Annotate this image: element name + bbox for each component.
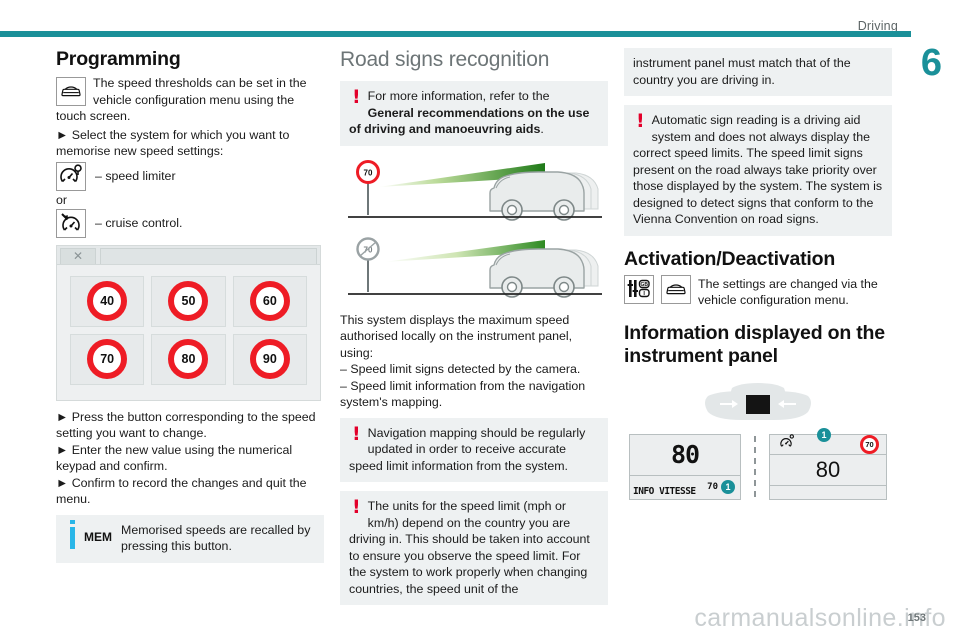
segment-main-speed: 80 <box>670 440 700 469</box>
step-enter-value: ► Enter the new value using the numerica… <box>56 442 293 474</box>
speed-sign-40: 40 <box>87 281 128 321</box>
warning-box-automatic-sign-reading: ! Automatic sign reading is a driving ai… <box>624 105 892 236</box>
activation-description-text: The settings are changed via the vehicle… <box>698 276 878 308</box>
warning-box-automatic-sign-reading-text: Automatic sign reading is a driving aid … <box>633 113 883 226</box>
language-units-icon: GB I <box>624 274 654 304</box>
speed-threshold-button[interactable]: 60 <box>232 275 307 327</box>
warning-box-speed-units-text: The units for the speed limit (mph or km… <box>349 499 590 596</box>
warning-box-general-recommendations: ! For more information, refer to the Gen… <box>340 81 608 146</box>
graphic-panel-main-speed: 80 <box>770 455 886 486</box>
touchscreen-titlebar: ✕ <box>57 245 320 265</box>
speed-threshold-button[interactable]: 90 <box>232 333 307 385</box>
segment-speed-row: 80 <box>630 435 740 476</box>
speed-sign-90: 90 <box>249 339 290 379</box>
warning-box-navigation-mapping-text: Navigation mapping should be regularly u… <box>349 425 586 473</box>
car-settings-icon <box>56 77 86 106</box>
callout-marker-1: 1 <box>817 427 831 442</box>
graphic-panel-speed-sign: 70 <box>860 434 879 454</box>
option-speed-limiter: – speed limiter <box>56 161 324 191</box>
warning-text-bold: General recommendations on the use of dr… <box>349 105 590 137</box>
panel-divider <box>754 435 756 498</box>
info-box-mem-text: Memorised speeds are recalled by pressin… <box>121 522 311 554</box>
speed-sign-70: 70 <box>87 339 128 379</box>
warning-text-plain-2: . <box>540 122 544 137</box>
speed-sign-80: 80 <box>168 339 209 379</box>
car-settings-icon <box>661 274 691 304</box>
manual-page: Driving 6 Programming The speed threshol… <box>0 0 960 640</box>
page-number: 153 <box>907 612 926 624</box>
speed-threshold-button[interactable]: 50 <box>151 275 226 327</box>
cruise-control-icon <box>777 434 795 454</box>
chapter-number: 6 <box>920 42 942 84</box>
warning-box-continuation-text: instrument panel must match that of the … <box>633 56 851 87</box>
speed-sign-60: 60 <box>249 281 290 321</box>
option-speed-limiter-label: – speed limiter <box>95 169 176 183</box>
segment-footer-row: INFO VITESSE 70 1 <box>630 476 740 499</box>
activation-icons-row: GB I The settings are changed via the ve… <box>624 274 892 309</box>
column-left: Programming The speed thresholds can be … <box>56 48 324 572</box>
touchscreen-mock: ✕ 40 50 60 70 80 90 <box>56 244 321 401</box>
section-title-road-signs: Road signs recognition <box>340 48 550 71</box>
section-title-information-displayed: Information displayed on the instrument … <box>624 321 885 367</box>
body-system-displays: This system displays the maximum speed a… <box>340 312 573 360</box>
step-press-button: ► Press the button corresponding to the … <box>56 409 316 441</box>
speed-sign-50: 50 <box>168 281 209 321</box>
column-right: instrument panel must match that of the … <box>624 48 892 500</box>
graphic-panel-top-row: 1 70 <box>770 427 886 455</box>
warning-text-plain-1: For more information, refer to the <box>367 89 550 104</box>
page-title: Programming <box>56 48 181 70</box>
warning-box-speed-units: ! The units for the speed limit (mph or … <box>340 491 608 606</box>
close-icon[interactable]: ✕ <box>60 247 96 264</box>
segment-info-label: INFO VITESSE <box>633 485 696 497</box>
section-title-activation: Activation/Deactivation <box>624 247 836 270</box>
warning-box-navigation-mapping: ! Navigation mapping should be regularly… <box>340 417 608 483</box>
step-confirm: ► Confirm to record the changes and quit… <box>56 475 307 507</box>
warning-icon: ! <box>352 86 361 109</box>
svg-text:GB: GB <box>640 282 648 288</box>
bullet-camera-signs: – Speed limit signs detected by the came… <box>340 362 581 377</box>
speed-threshold-button[interactable]: 70 <box>70 333 145 385</box>
warning-box-speed-units-continuation: instrument panel must match that of the … <box>624 48 892 96</box>
programming-intro-text: The speed thresholds can be set in the v… <box>56 76 307 123</box>
info-icon <box>70 520 75 549</box>
segment-sub-speed: 70 <box>707 482 718 492</box>
instrument-cluster-illustration <box>624 382 892 424</box>
programming-intro-block: The speed thresholds can be set in the v… <box>56 75 324 125</box>
instrument-panel-examples: 80 INFO VITESSE 70 1 1 70 80 <box>624 427 892 500</box>
step-select-system: ► Select the system for which you want t… <box>56 127 290 159</box>
callout-marker-1: 1 <box>721 480 735 494</box>
instrument-panel-segment-display: 80 INFO VITESSE 70 1 <box>629 433 741 500</box>
illustration-sign-not-detected: 70 <box>340 232 605 309</box>
touchscreen-tab[interactable] <box>100 247 317 264</box>
speed-limiter-icon <box>56 161 86 191</box>
header-rule <box>0 31 911 37</box>
instrument-panel-graphic-display: 1 70 80 <box>769 427 887 500</box>
option-cruise-control-label: – cruise control. <box>95 216 183 230</box>
cruise-control-icon <box>56 208 86 238</box>
graphic-panel-bottom-row <box>770 486 886 499</box>
option-separator-or: or <box>56 192 68 207</box>
column-middle: Road signs recognition ! For more inform… <box>340 48 608 614</box>
info-box-mem: MEM Memorised speeds are recalled by pre… <box>56 514 324 563</box>
illustration-sign-detected: 70 <box>340 155 605 232</box>
bullet-navigation-mapping: – Speed limit information from the navig… <box>340 378 586 410</box>
warning-icon: ! <box>352 496 361 519</box>
svg-text:70: 70 <box>364 168 373 177</box>
warning-icon: ! <box>352 422 361 445</box>
mem-button-label: MEM <box>84 530 112 545</box>
speed-threshold-button[interactable]: 80 <box>151 333 226 385</box>
speed-threshold-grid: 40 50 60 70 80 90 <box>57 265 320 400</box>
svg-text:70: 70 <box>364 245 373 254</box>
option-cruise-control: – cruise control. <box>56 208 324 238</box>
speed-threshold-button[interactable]: 40 <box>70 275 145 327</box>
warning-icon: ! <box>636 110 645 132</box>
